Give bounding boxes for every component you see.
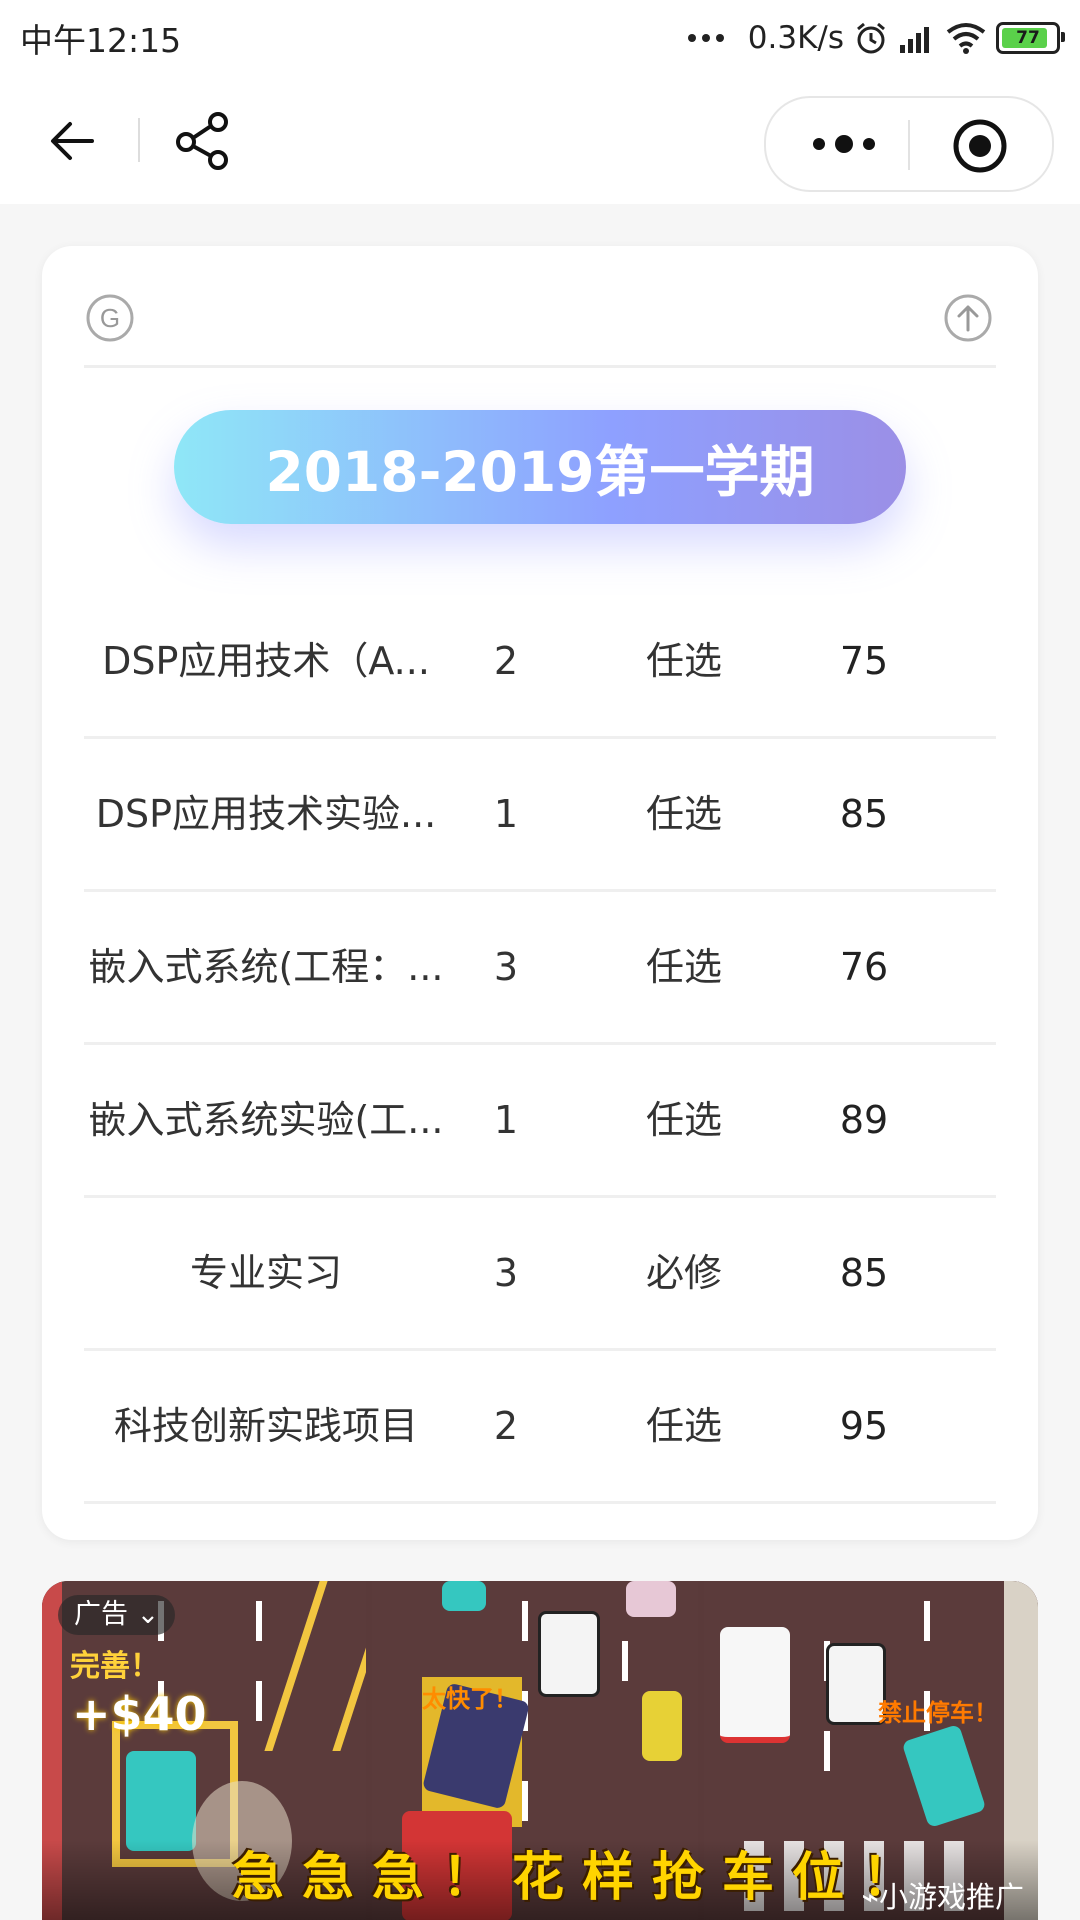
back-icon[interactable] [40, 106, 110, 176]
close-miniprogram-icon[interactable] [952, 118, 1008, 174]
course-score: 85 [839, 792, 889, 836]
course-credit: 2 [493, 639, 519, 683]
course-type: 必修 [645, 1251, 722, 1295]
course-score: 76 [839, 945, 889, 989]
capsule-divider [908, 120, 910, 170]
svg-text:G: G [100, 303, 120, 333]
grades-card: G 2018-2019第一学期 DSP应用技术（A... 2 任选 75 DSP… [42, 246, 1038, 1540]
course-credit: 3 [493, 1251, 519, 1295]
signal-icon [900, 27, 929, 53]
course-name: 专业实习 [189, 1251, 342, 1295]
course-list: DSP应用技术（A... 2 任选 75 DSP应用技术实验... 1 任选 8… [84, 586, 996, 1504]
battery-icon: 77 [996, 22, 1065, 54]
course-name: DSP应用技术（A... [102, 639, 430, 683]
game-ad-banner[interactable]: 广告 ⌄ 完善！ +$40 太快了！ 禁止停车！ 急急急！花样抢车位！ ⌁小游戏… [42, 1581, 1038, 1920]
course-type: 任选 [645, 639, 722, 683]
alarm-icon [857, 22, 885, 54]
net-speed: 0.3K/s [747, 20, 844, 56]
miniprogram-capsule [764, 96, 1054, 192]
course-credit: 1 [493, 1098, 519, 1142]
course-credit: 2 [493, 1404, 519, 1448]
course-name: DSP应用技术实验... [95, 792, 437, 836]
chevron-down-icon: ⌄ [128, 1599, 160, 1630]
wifi-icon [946, 23, 986, 54]
ad-money-text: +$40 [72, 1687, 207, 1741]
course-score: 85 [839, 1251, 889, 1295]
course-row[interactable]: 专业实习 3 必修 85 [84, 1198, 996, 1351]
gpa-icon[interactable]: G [86, 294, 134, 342]
course-name: 科技创新实践项目 [113, 1404, 418, 1448]
ad-fast-text: 太快了！ [422, 1685, 518, 1713]
course-credit: 3 [493, 945, 519, 989]
battery-level: 77 [1016, 28, 1040, 48]
course-score: 89 [839, 1098, 889, 1142]
course-name: 嵌入式系统(工程：... [88, 945, 444, 989]
ad-tag[interactable]: 广告 ⌄ [58, 1595, 176, 1635]
nav-bar [0, 76, 1080, 204]
card-divider [84, 365, 996, 368]
nav-divider [138, 118, 140, 162]
status-icons: 0.3K/s 77 [687, 16, 1065, 60]
course-type: 任选 [645, 1098, 722, 1142]
status-time: 中午12:15 [20, 21, 182, 60]
arrow-up-icon[interactable] [944, 294, 992, 342]
course-row[interactable]: 科技创新实践项目 2 任选 95 [84, 1351, 996, 1504]
ad-slogan: 急急急！花样抢车位！ [232, 1848, 933, 1908]
course-row[interactable]: 嵌入式系统(工程：... 3 任选 76 [84, 892, 996, 1045]
course-score: 95 [839, 1404, 889, 1448]
share-icon[interactable] [168, 106, 238, 176]
course-row[interactable]: 嵌入式系统实验(工... 1 任选 89 [84, 1045, 996, 1198]
course-type: 任选 [645, 792, 722, 836]
ad-bonus-text: 完善！ [70, 1649, 160, 1684]
course-credit: 1 [493, 792, 519, 836]
more-notifications-icon [687, 34, 724, 42]
term-label[interactable]: 2018-2019第一学期 [174, 410, 906, 524]
course-row[interactable]: DSP应用技术实验... 1 任选 85 [84, 739, 996, 892]
ad-promo-label: ⌁小游戏推广 [861, 1880, 1024, 1914]
link-icon: ⌁ [861, 1880, 879, 1914]
course-score: 75 [839, 639, 889, 683]
more-icon[interactable] [794, 112, 894, 176]
ad-no-parking-text: 禁止停车！ [878, 1699, 998, 1727]
course-name: 嵌入式系统实验(工... [88, 1098, 444, 1142]
course-type: 任选 [645, 1404, 722, 1448]
course-row[interactable]: DSP应用技术（A... 2 任选 75 [84, 586, 996, 739]
course-type: 任选 [645, 945, 722, 989]
status-bar: 中午12:15 0.3K/s 77 [0, 0, 1080, 76]
